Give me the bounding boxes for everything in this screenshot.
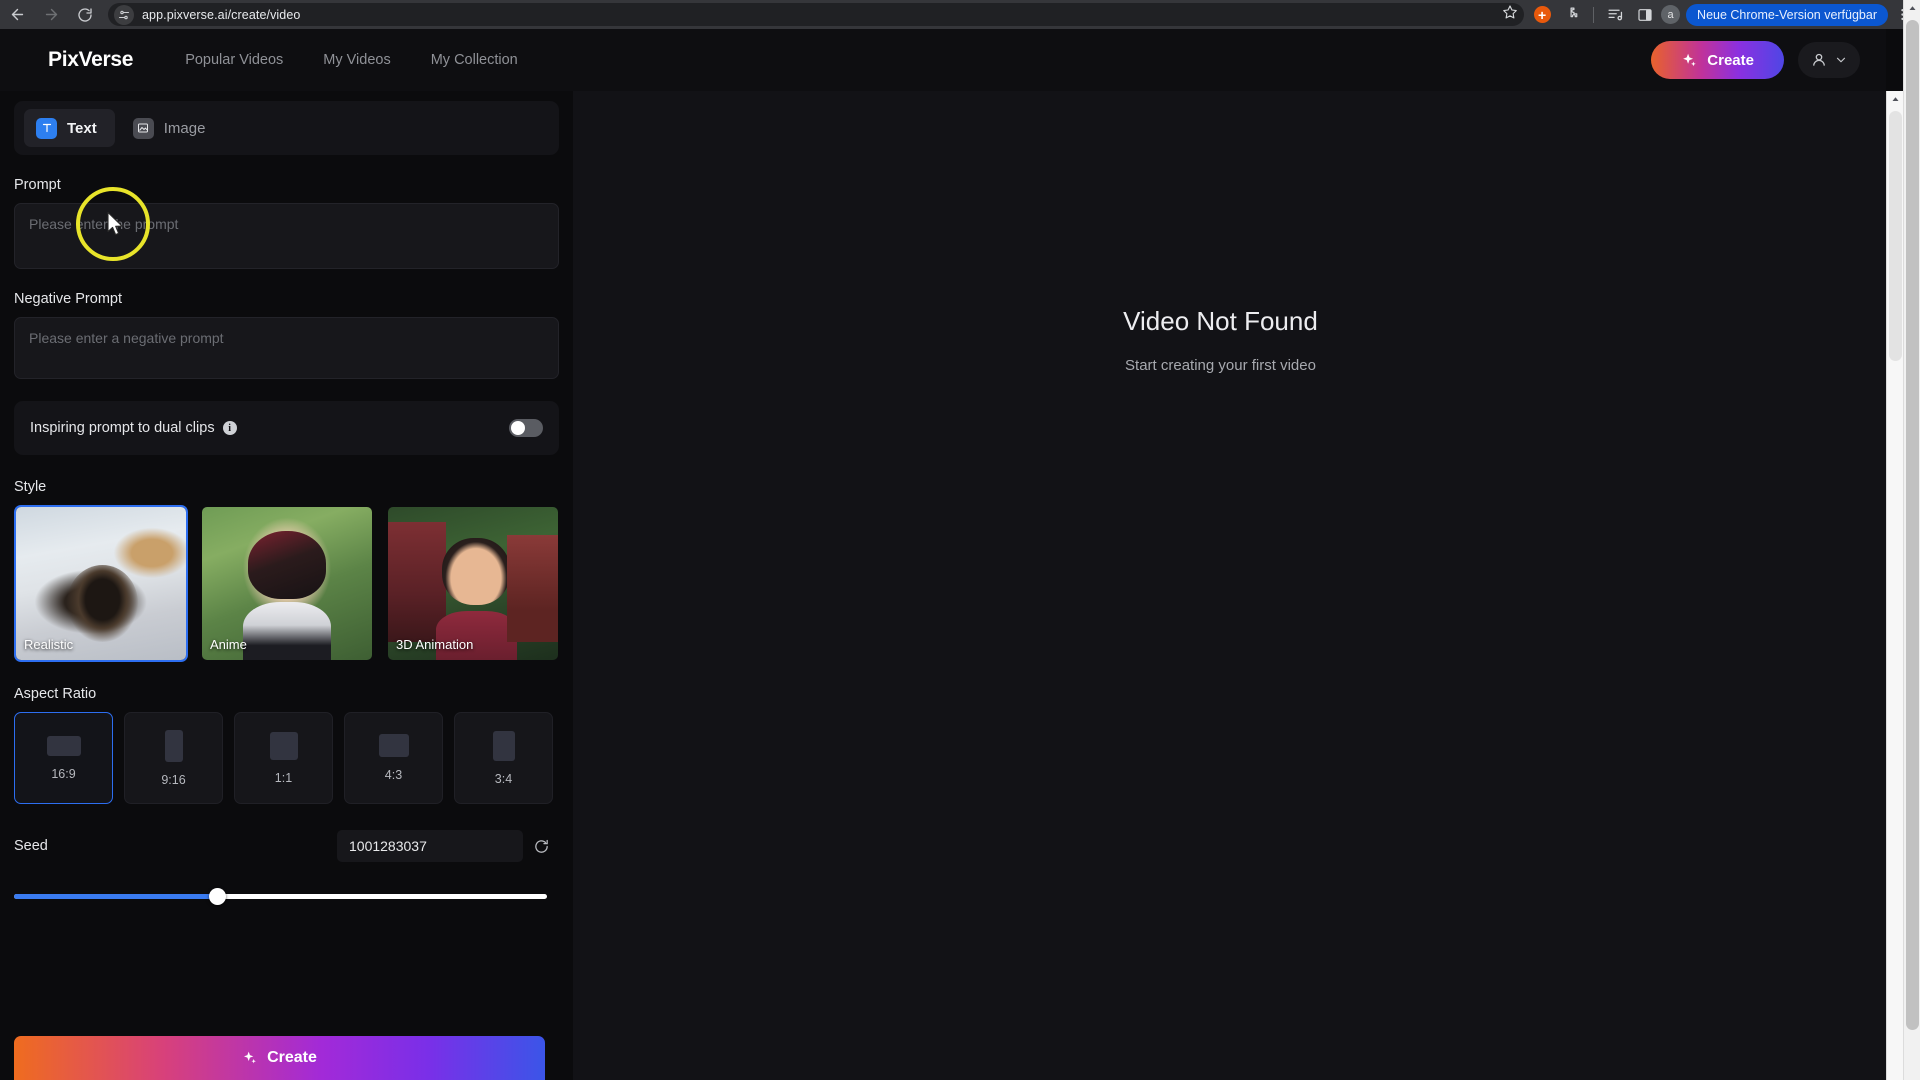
toolbar-actions: + a Neue Chrome-Version verfügbar [1524,1,1920,29]
create-button[interactable]: Create [14,1036,545,1080]
address-bar[interactable]: app.pixverse.ai/create/video [108,3,1525,26]
profile-avatar[interactable]: a [1661,5,1681,24]
header-actions: Create [1651,41,1860,79]
mouse-cursor-icon [107,211,123,236]
side-panel-icon[interactable] [1631,1,1659,29]
site-settings-icon[interactable] [114,4,134,25]
seed-slider[interactable] [14,887,559,905]
aspect-preview-4-3 [378,734,409,757]
aspect-preview-1-1 [269,731,298,760]
chevron-down-icon [1836,57,1846,63]
page-scroll-thumb[interactable] [1906,20,1919,1030]
back-button[interactable] [0,0,34,29]
reading-list-icon[interactable] [1601,1,1629,29]
puzzle-icon[interactable] [1558,1,1586,29]
style-option-anime[interactable]: Anime [200,505,374,662]
style-options: Realistic Anime 3D Animation [14,505,559,662]
style-option-3d-animation[interactable]: 3D Animation [386,505,560,662]
aspect-label-9-16: 9:16 [161,772,186,787]
slider-knob[interactable] [208,887,226,905]
forward-arrow-icon [45,8,57,21]
negative-prompt-input[interactable]: Please enter a negative prompt [14,317,559,379]
seed-label: Seed [14,838,48,854]
aspect-ratio-1-1[interactable]: 1:1 [234,712,333,804]
aspect-label-16-9: 16:9 [51,766,76,781]
chrome-update-pill[interactable]: Neue Chrome-Version verfügbar [1686,3,1888,26]
header-create-button[interactable]: Create [1651,41,1784,79]
sparkle-icon [244,1051,256,1064]
dual-clips-row: Inspiring prompt to dual clips i [14,401,559,455]
info-icon[interactable]: i [222,421,237,435]
dual-clips-label: Inspiring prompt to dual clips [30,420,215,436]
page-scrollbar[interactable] [1903,0,1920,1080]
nav-popular-videos[interactable]: Popular Videos [185,52,283,68]
negative-prompt-placeholder: Please enter a negative prompt [29,330,224,346]
header-create-label: Create [1707,51,1754,69]
page-scroll-up-arrow[interactable] [1904,0,1920,17]
style-label-3d-animation: 3D Animation [396,637,474,652]
empty-state-title: Video Not Found [1123,306,1318,336]
app-header: PixVerse Popular Videos My Videos My Col… [0,29,1886,91]
nav-my-collection[interactable]: My Collection [431,52,518,68]
aspect-preview-3-4 [492,730,515,761]
aspect-preview-16-9 [46,735,81,756]
style-option-realistic[interactable]: Realistic [14,505,188,662]
forward-button[interactable] [34,0,68,29]
toggle-knob [511,421,525,435]
pixverse-logo[interactable]: PixVerse [48,48,133,72]
user-avatar-icon [1813,53,1825,66]
reload-button[interactable] [68,0,102,29]
toolbar-divider [1593,6,1595,23]
aspect-ratio-4-3[interactable]: 4:3 [344,712,443,804]
tab-text[interactable]: Text [24,109,115,147]
inner-scroll-thumb[interactable] [1889,111,1902,361]
aspect-label-3-4: 3:4 [494,771,513,786]
star-icon[interactable] [1502,4,1518,25]
aspect-label-4-3: 4:3 [384,768,403,782]
slider-track[interactable] [14,887,547,905]
main-nav: Popular Videos My Videos My Collection [185,52,518,68]
page-root: PixVerse Popular Videos My Videos My Col… [0,29,1920,1080]
account-menu[interactable] [1798,42,1860,78]
text-tab-icon [36,117,57,139]
empty-state: Video Not Found Start creating your firs… [573,91,1868,1080]
aspect-preview-9-16 [164,729,183,762]
reload-icon [78,7,92,22]
inner-scroll-up-arrow[interactable] [1887,91,1903,108]
sparkle-icon [1683,53,1697,66]
create-button-label: Create [267,1049,317,1066]
empty-state-subtitle: Start creating your first video [1125,357,1316,374]
tab-text-label: Text [67,119,97,137]
negative-prompt-label: Negative Prompt [14,291,122,307]
style-label-anime: Anime [210,637,247,652]
aspect-ratio-9-16[interactable]: 9:16 [124,712,223,804]
style-label: Style [14,479,47,495]
aspect-ratio-3-4[interactable]: 3:4 [454,712,553,804]
extension-badge-label: + [1533,6,1551,23]
video-stage: Video Not Found Start creating your firs… [573,91,1886,1080]
refresh-icon[interactable] [523,838,559,855]
aspect-ratio-options: 16:9 9:16 1:1 4:3 3:4 [14,712,559,804]
aspect-label-1-1: 1:1 [274,770,293,785]
extension-badge-icon[interactable]: + [1528,1,1556,29]
aspect-ratio-16-9[interactable]: 16:9 [14,712,113,804]
nav-my-videos[interactable]: My Videos [323,52,390,68]
style-label-realistic: Realistic [24,637,74,652]
tab-image[interactable]: Image [121,109,224,147]
back-arrow-icon [11,8,23,21]
aspect-ratio-label: Aspect Ratio [14,686,97,702]
inner-scrollbar[interactable] [1886,91,1903,1080]
mode-tabs: Text Image [14,101,559,155]
seed-input[interactable]: 1001283037 [337,830,523,862]
dual-clips-toggle[interactable] [509,419,543,437]
url-text: app.pixverse.ai/create/video [142,7,301,22]
image-tab-icon [132,117,154,139]
tab-image-label: Image [163,119,206,137]
browser-toolbar: app.pixverse.ai/create/video + a Neue Ch… [0,0,1920,29]
slider-fill [14,893,217,899]
seed-row: Seed 1001283037 [14,830,559,862]
